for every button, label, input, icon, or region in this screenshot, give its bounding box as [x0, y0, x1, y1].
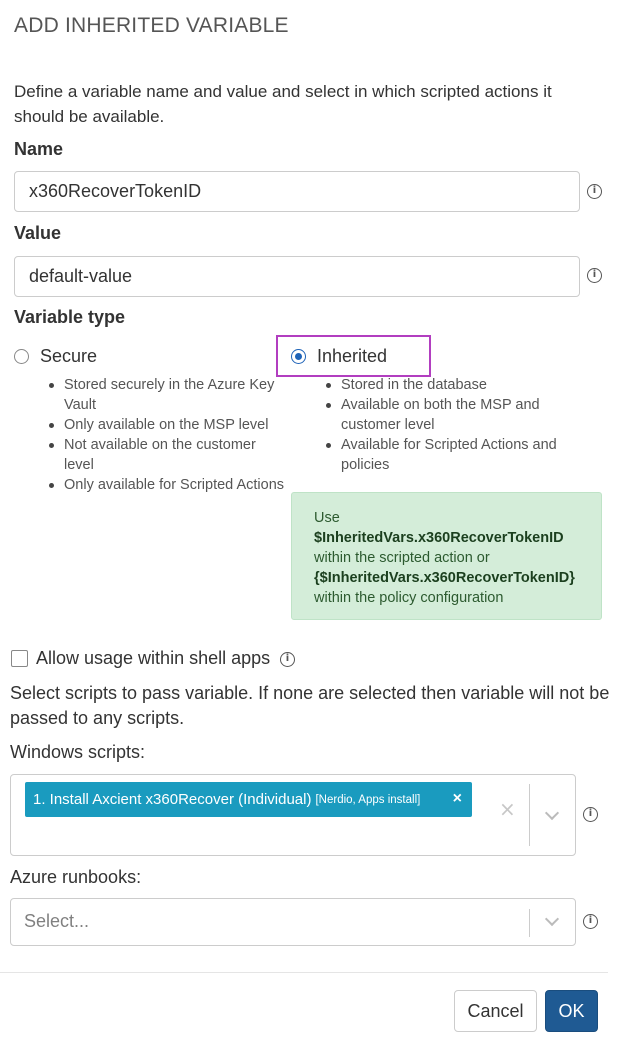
- azure-runbooks-select[interactable]: Select...: [10, 898, 576, 946]
- selected-script-label: 1. Install Axcient x360Recover (Individu…: [33, 791, 312, 808]
- inherited-radio-label[interactable]: Inherited: [317, 346, 387, 367]
- variable-type-label: Variable type: [14, 307, 126, 327]
- windows-scripts-select[interactable]: 1. Install Axcient x360Recover (Individu…: [10, 774, 576, 856]
- hint-mid-text: within the scripted action or: [314, 550, 490, 566]
- hint-use-text: Use: [314, 510, 340, 526]
- shell-apps-checkbox[interactable]: [11, 650, 28, 667]
- secure-radio-option[interactable]: Secure: [14, 346, 97, 367]
- info-icon[interactable]: i: [587, 268, 602, 283]
- list-item: Stored securely in the Azure Key Vault: [49, 375, 289, 415]
- shell-apps-label[interactable]: Allow usage within shell apps: [36, 648, 270, 669]
- clear-icon[interactable]: ×: [499, 799, 516, 819]
- dialog-title: ADD INHERITED VARIABLE: [14, 14, 289, 37]
- value-input[interactable]: [14, 256, 580, 297]
- inherited-usage-hint: Use $InheritedVars.x360RecoverTokenID wi…: [291, 492, 602, 620]
- info-icon[interactable]: i: [583, 807, 598, 822]
- list-item: Not available on the customer level: [49, 435, 289, 475]
- name-label: Name: [14, 139, 64, 159]
- list-item: Only available on the MSP level: [49, 415, 289, 435]
- hint-variable-scripted: $InheritedVars.x360RecoverTokenID: [314, 530, 564, 546]
- name-input[interactable]: [14, 171, 580, 212]
- selected-script-tag: 1. Install Axcient x360Recover (Individu…: [25, 782, 472, 817]
- chevron-down-icon[interactable]: [544, 805, 560, 821]
- secure-bullet-list: Stored securely in the Azure Key Vault O…: [49, 375, 289, 495]
- hint-end-text: within the policy configuration: [314, 590, 504, 606]
- list-item: Stored in the database: [326, 375, 581, 395]
- list-item: Available for Scripted Actions and polic…: [326, 435, 581, 475]
- azure-runbooks-placeholder: Select...: [24, 911, 90, 931]
- inherited-bullet-list: Stored in the database Available on both…: [326, 375, 581, 475]
- value-label: Value: [14, 223, 62, 243]
- info-icon[interactable]: i: [587, 184, 602, 199]
- chevron-down-icon[interactable]: [544, 911, 560, 927]
- list-item: Available on both the MSP and customer l…: [326, 395, 581, 435]
- info-icon[interactable]: i: [583, 914, 598, 929]
- inherited-radio[interactable]: [291, 349, 306, 364]
- footer-divider: [0, 972, 608, 973]
- secure-radio[interactable]: [14, 349, 29, 364]
- dialog-intro: Define a variable name and value and sel…: [14, 82, 552, 126]
- inherited-radio-option[interactable]: Inherited: [291, 346, 387, 367]
- hint-variable-policy: {$InheritedVars.x360RecoverTokenID}: [314, 570, 575, 586]
- selected-script-tags: [Nerdio, Apps install]: [315, 793, 421, 806]
- ok-button[interactable]: OK: [545, 990, 598, 1032]
- select-separator: [529, 909, 530, 937]
- windows-scripts-label: Windows scripts:: [10, 742, 146, 762]
- cancel-button[interactable]: Cancel: [454, 990, 537, 1032]
- azure-runbooks-label: Azure runbooks:: [10, 867, 142, 887]
- select-separator: [529, 784, 530, 846]
- remove-tag-icon[interactable]: ×: [453, 790, 462, 808]
- list-item: Only available for Scripted Actions: [49, 475, 289, 495]
- info-icon[interactable]: i: [280, 652, 295, 667]
- scripts-help-text: Select scripts to pass variable. If none…: [10, 683, 610, 728]
- secure-radio-label[interactable]: Secure: [40, 346, 97, 367]
